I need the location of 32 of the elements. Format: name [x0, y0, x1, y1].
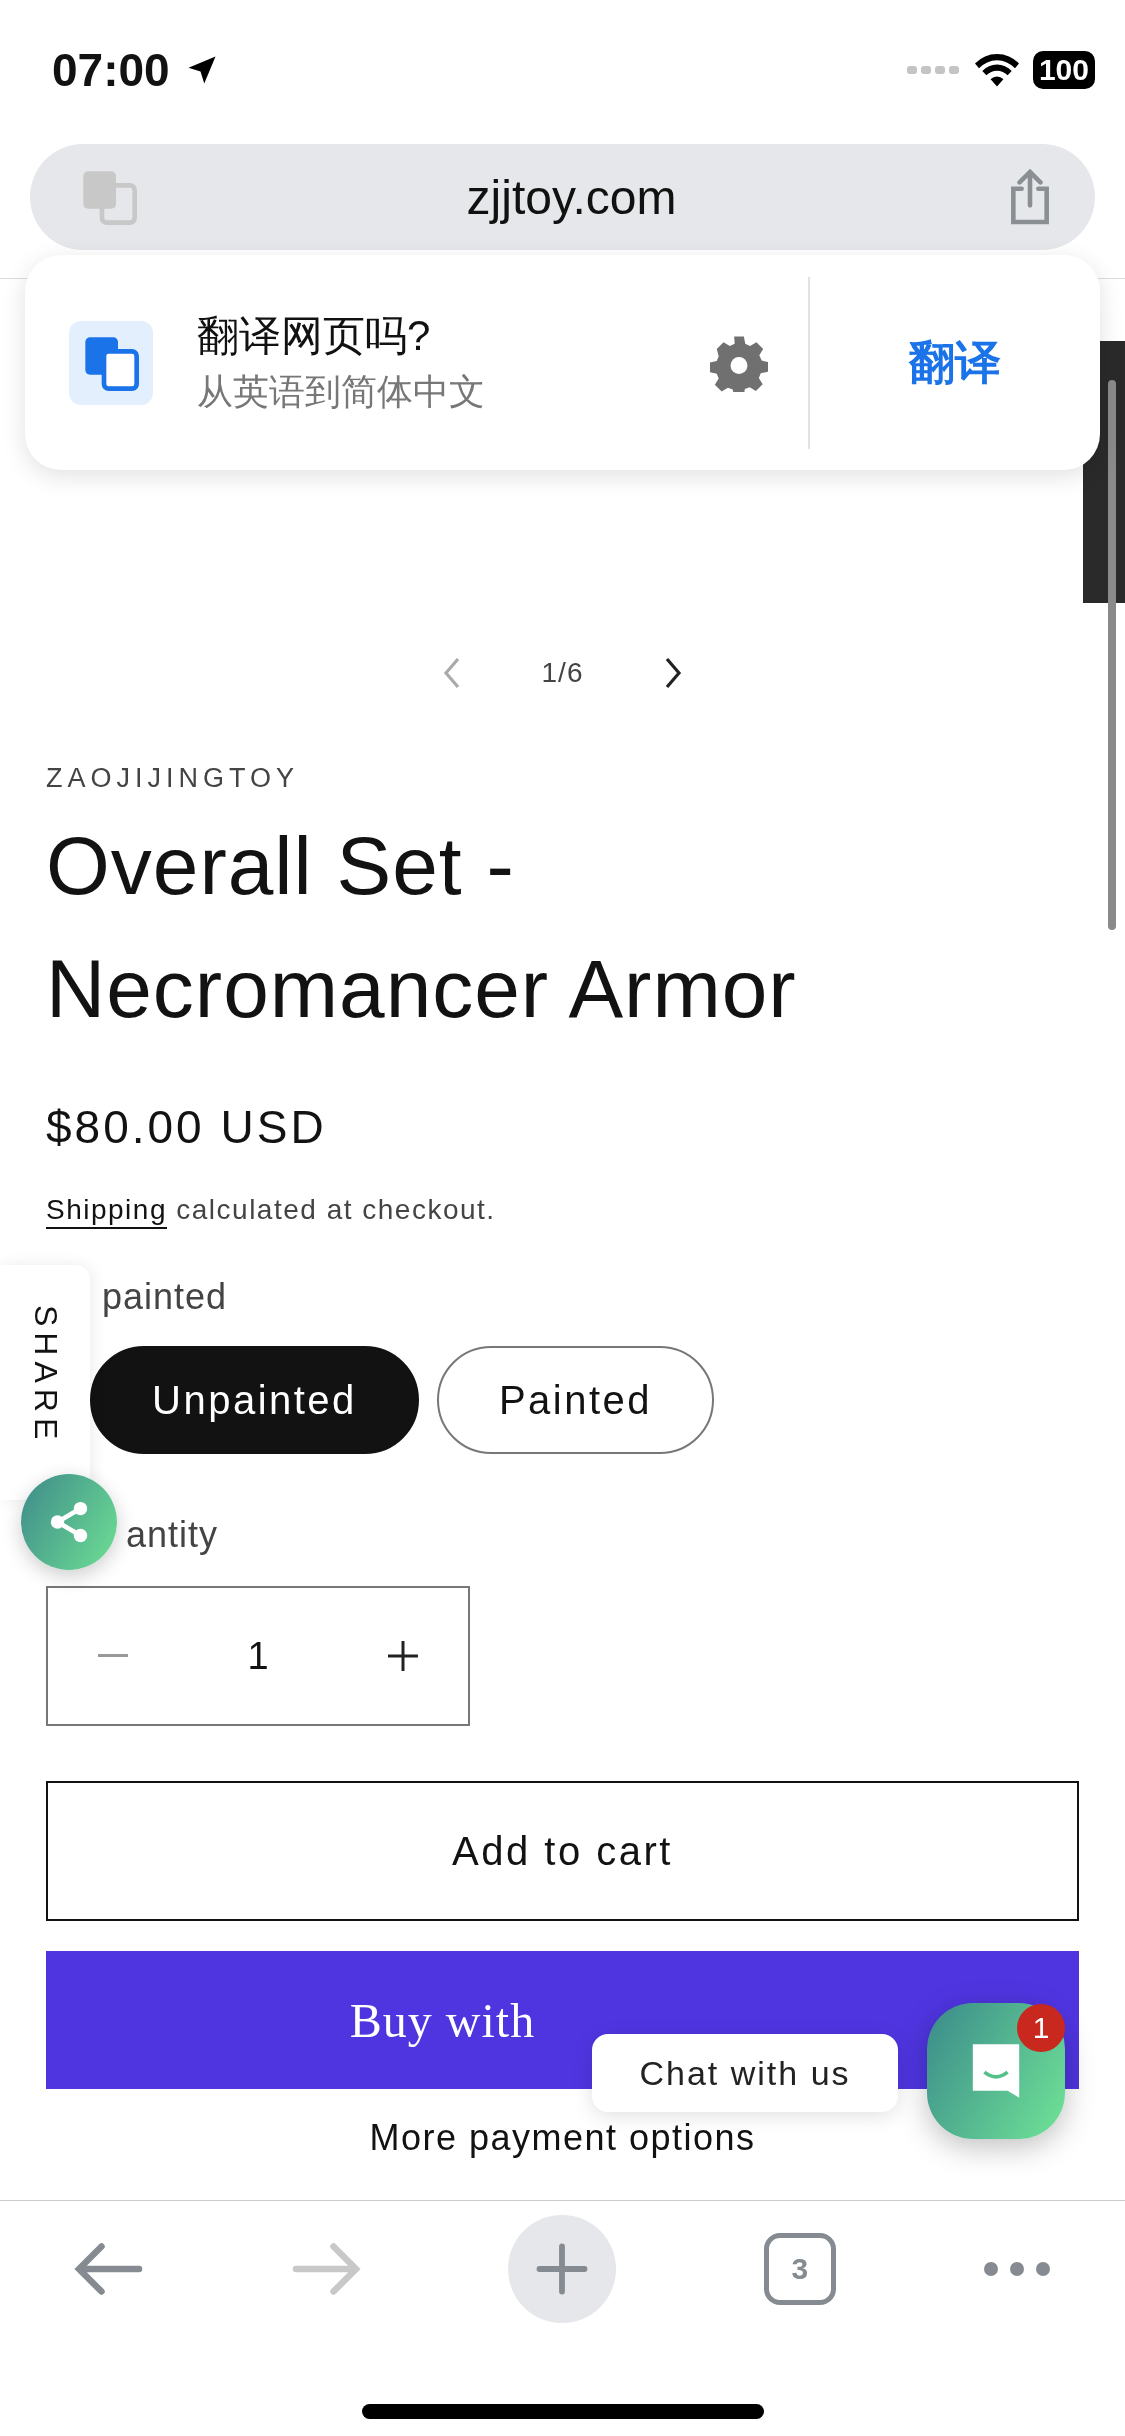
signal-icon — [906, 64, 961, 76]
plus-icon — [535, 2242, 590, 2296]
translate-icon — [69, 320, 153, 405]
shipping-link[interactable]: Shipping — [46, 1194, 167, 1225]
variant-option[interactable]: Unpainted — [90, 1346, 419, 1454]
share-button[interactable] — [21, 1474, 117, 1570]
settings-icon[interactable] — [710, 333, 768, 392]
wifi-icon — [974, 53, 1019, 87]
back-arrow-icon[interactable] — [73, 2241, 144, 2297]
quantity-field[interactable]: 1 — [218, 1633, 298, 1679]
variant-label: painted — [102, 1276, 229, 1318]
slide-counter: 1/6 — [541, 657, 584, 689]
chevron-left-icon[interactable] — [441, 657, 462, 689]
clock-time: 07:00 — [52, 43, 170, 97]
share-tab[interactable]: SHARE — [0, 1265, 90, 1500]
vendor-name: ZAOJIJINGTOY — [46, 763, 301, 794]
battery-level: 100 — [1032, 51, 1095, 89]
translate-title: 翻译网页吗? — [197, 311, 432, 361]
add-to-cart-button[interactable]: Add to cart — [46, 1781, 1079, 1921]
quantity-label: antity — [126, 1514, 220, 1556]
product-title: Overall Set - Necromancer Armor — [46, 819, 798, 1036]
chevron-right-icon[interactable] — [663, 657, 684, 689]
variant-option[interactable]: Painted — [436, 1346, 715, 1454]
translate-button[interactable]: 翻译 — [810, 330, 1100, 395]
translate-subtitle: 从英语到简体中文 — [197, 370, 486, 414]
product-price: $80.00 USD — [46, 1100, 328, 1154]
address-bar[interactable]: zjjtoy.com — [30, 144, 1095, 250]
shipping-note: Shipping calculated at checkout. — [46, 1194, 497, 1226]
more-payment-link[interactable]: More payment options — [369, 2117, 756, 2159]
url-text: zjjtoy.com — [466, 169, 677, 225]
chat-prompt[interactable]: Chat with us — [592, 2034, 898, 2112]
more-icon[interactable] — [983, 2261, 1052, 2277]
